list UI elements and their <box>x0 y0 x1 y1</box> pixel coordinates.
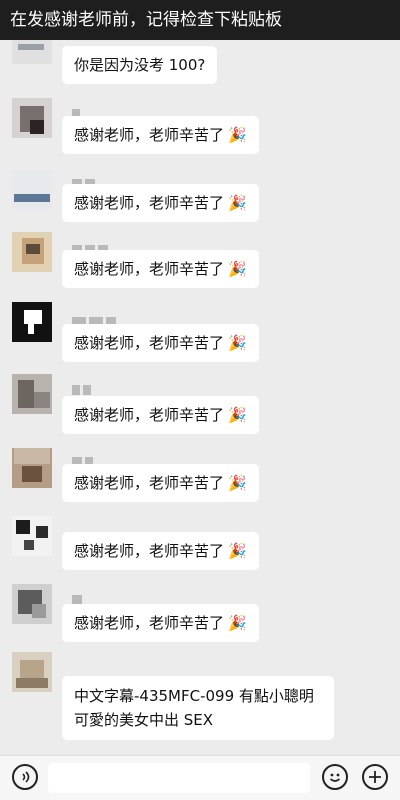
nickname-placeholder <box>72 590 85 605</box>
plus-icon-glyph <box>369 771 381 783</box>
message-text: 感谢老师，老师辛苦了 <box>74 614 225 632</box>
emoji-icon[interactable] <box>322 764 348 790</box>
party-popper-icon: 🎉 <box>228 334 247 352</box>
message-input[interactable] <box>48 763 310 793</box>
avatar[interactable] <box>12 232 52 272</box>
message-bubble[interactable]: 感谢老师，老师辛苦了 🎉 <box>62 250 259 288</box>
input-toolbar <box>0 755 400 800</box>
party-popper-icon: 🎉 <box>228 260 247 278</box>
nickname-placeholder <box>72 452 96 467</box>
emoji-icon-glyph <box>329 773 341 782</box>
avatar[interactable] <box>12 448 52 488</box>
caption-banner: 在发感谢老师前，记得检查下粘贴板 <box>0 0 400 40</box>
party-popper-icon: 🎉 <box>228 194 247 212</box>
party-popper-icon: 🎉 <box>228 474 247 492</box>
avatar[interactable] <box>12 652 52 692</box>
party-popper-icon: 🎉 <box>228 126 247 144</box>
avatar[interactable] <box>12 374 52 414</box>
voice-icon[interactable] <box>12 764 38 790</box>
message-text: 感谢老师，老师辛苦了 <box>74 126 225 144</box>
avatar[interactable] <box>12 302 52 342</box>
chat-area[interactable]: 你是因为没考 100? 感谢老师，老师辛苦了 🎉 感谢老师，老师辛苦了 🎉 感谢老师 <box>0 40 400 755</box>
nickname-placeholder <box>72 104 83 119</box>
avatar[interactable] <box>12 40 52 64</box>
message-text: 你是因为没考 100? <box>74 56 206 74</box>
message-text-line-2: 可愛的美女中出 SEX <box>74 711 214 729</box>
message-text-line-1: 中文字幕-435MFC-099 有點小聰明 <box>74 687 314 705</box>
message-text: 感谢老师，老师辛苦了 <box>74 334 225 352</box>
message-bubble[interactable]: 感谢老师，老师辛苦了 🎉 <box>62 532 259 570</box>
message-bubble[interactable]: 感谢老师，老师辛苦了 🎉 <box>62 396 259 434</box>
message-text: 感谢老师，老师辛苦了 <box>74 542 225 560</box>
avatar[interactable] <box>12 98 52 138</box>
message-bubble[interactable]: 感谢老师，老师辛苦了 🎉 <box>62 604 259 642</box>
avatar[interactable] <box>12 170 52 210</box>
party-popper-icon: 🎉 <box>228 614 247 632</box>
voice-icon-glyph <box>22 771 30 783</box>
message-bubble[interactable]: 感谢老师，老师辛苦了 🎉 <box>62 324 259 362</box>
message-bubble[interactable]: 感谢老师，老师辛苦了 🎉 <box>62 184 259 222</box>
avatar[interactable] <box>12 516 52 556</box>
message-bubble[interactable]: 中文字幕-435MFC-099 有點小聰明 可愛的美女中出 SEX <box>62 676 334 740</box>
party-popper-icon: 🎉 <box>228 542 247 560</box>
message-text: 感谢老师，老师辛苦了 <box>74 194 225 212</box>
party-popper-icon: 🎉 <box>228 406 247 424</box>
avatar[interactable] <box>12 584 52 624</box>
message-bubble[interactable]: 感谢老师，老师辛苦了 🎉 <box>62 464 259 502</box>
nickname-placeholder <box>72 380 94 395</box>
message-text: 感谢老师，老师辛苦了 <box>74 260 225 278</box>
message-bubble[interactable]: 感谢老师，老师辛苦了 🎉 <box>62 116 259 154</box>
message-text: 感谢老师，老师辛苦了 <box>74 406 225 424</box>
message-text: 感谢老师，老师辛苦了 <box>74 474 225 492</box>
nickname-placeholder <box>72 312 119 327</box>
plus-icon[interactable] <box>362 764 388 790</box>
message-bubble[interactable]: 你是因为没考 100? <box>62 46 218 84</box>
